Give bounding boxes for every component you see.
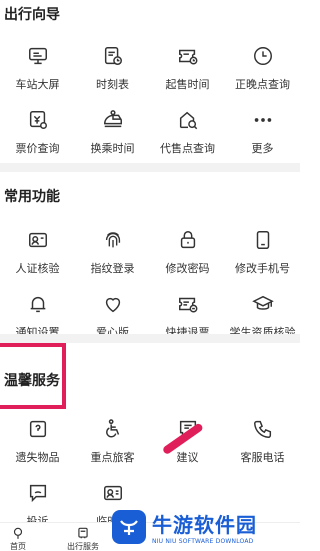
grid-item-label: 起售时间 — [165, 78, 210, 91]
grid-item-label: 时刻表 — [96, 78, 129, 91]
phone-icon — [251, 228, 275, 252]
grid-item-label: 票价查询 — [15, 142, 60, 155]
complaint-icon — [26, 481, 50, 505]
section-travel-guide: 出行向导 车站大屏 时刻表 起售时间 正晚点查询 票价查询 换乘时间 代售点查询 — [0, 0, 300, 160]
section-title: 出行向导 — [4, 7, 60, 23]
grid-item-label: 指纹登录 — [90, 262, 135, 275]
section-title: 常用功能 — [4, 189, 60, 205]
grid-item-label: 人证核验 — [15, 262, 60, 275]
grid-item-sale-time[interactable]: 起售时间 — [150, 40, 225, 104]
monitor-icon — [26, 44, 50, 68]
grid-item-label: 重点旅客 — [90, 451, 135, 464]
travel-service-icon — [78, 527, 88, 539]
grid-item-label: 遗失物品 — [15, 451, 60, 464]
refund-icon — [176, 292, 200, 316]
grid-item-station-screen[interactable]: 车站大屏 — [0, 40, 75, 104]
temp-id-icon — [101, 481, 125, 505]
transfer-train-icon — [101, 108, 125, 132]
grid-item-timetable[interactable]: 时刻表 — [75, 40, 150, 104]
fingerprint-icon — [101, 228, 125, 252]
grid-item-delay-query[interactable]: 正晚点查询 — [225, 40, 300, 104]
section-divider — [0, 334, 300, 343]
lock-icon — [176, 228, 200, 252]
grid-item-label: 代售点查询 — [160, 142, 215, 155]
grid-item-change-phone[interactable]: 修改手机号 — [225, 224, 300, 288]
section-divider — [0, 163, 300, 172]
grid-item-label: 客服电话 — [240, 451, 285, 464]
grid-item-label: 修改密码 — [165, 262, 210, 275]
grid-item-more[interactable]: 更多 — [225, 104, 300, 168]
grid-item-label: 换乘时间 — [90, 142, 135, 155]
price-icon — [26, 108, 50, 132]
grid-item-change-password[interactable]: 修改密码 — [150, 224, 225, 288]
watermark-logo-icon — [112, 510, 146, 544]
nav-item-home[interactable]: 首页 — [0, 526, 43, 551]
grid-item-priority-passengers[interactable]: 重点旅客 — [75, 413, 150, 477]
grid-item-label: 正晚点查询 — [235, 78, 290, 91]
grid-item-label: 车站大屏 — [15, 78, 60, 91]
grid-item-fare-query[interactable]: 票价查询 — [0, 104, 75, 168]
nav-label: 出行服务 — [67, 542, 99, 551]
more-icon — [251, 108, 275, 132]
grid-item-label: 修改手机号 — [235, 262, 290, 275]
grid-item-lost-items[interactable]: 遗失物品 — [0, 413, 75, 477]
grid-item-label: 更多 — [251, 142, 274, 155]
common-functions-grid: 人证核验 指纹登录 修改密码 修改手机号 通知设置 爱心版 快捷退票 学生资质核… — [0, 224, 300, 352]
grid-item-transfer-time[interactable]: 换乘时间 — [75, 104, 150, 168]
timetable-icon — [101, 44, 125, 68]
watermark-sub-text: NIU NIU SOFTWARE DOWNLOAD — [152, 538, 254, 545]
watermark-main-text: 牛游软件园 — [152, 513, 257, 537]
highlight-box — [0, 343, 66, 409]
grid-item-fingerprint-login[interactable]: 指纹登录 — [75, 224, 150, 288]
graduation-cap-icon — [251, 292, 275, 316]
travel-guide-grid: 车站大屏 时刻表 起售时间 正晚点查询 票价查询 换乘时间 代售点查询 更多 — [0, 40, 300, 168]
bell-icon — [26, 292, 50, 316]
heart-icon — [101, 292, 125, 316]
lost-item-icon — [26, 417, 50, 441]
id-card-icon — [26, 228, 50, 252]
home-icon — [13, 527, 23, 539]
ticket-time-icon — [176, 44, 200, 68]
wheelchair-icon — [101, 417, 125, 441]
grid-item-suggestion[interactable]: 建议 — [150, 413, 225, 477]
grid-item-customer-service[interactable]: 客服电话 — [225, 413, 300, 477]
phone-call-icon — [251, 417, 275, 441]
section-common-functions: 常用功能 人证核验 指纹登录 修改密码 修改手机号 通知设置 爱心版 快捷退票 — [0, 172, 300, 339]
clock-icon — [251, 44, 275, 68]
watermark: 牛游软件园 NIU NIU SOFTWARE DOWNLOAD — [112, 503, 298, 551]
grid-item-label: 建议 — [176, 451, 199, 464]
grid-item-id-verify[interactable]: 人证核验 — [0, 224, 75, 288]
watermark-text: 牛游软件园 NIU NIU SOFTWARE DOWNLOAD — [152, 509, 257, 545]
agency-search-icon — [176, 108, 200, 132]
nav-label: 首页 — [10, 542, 26, 551]
grid-item-agency-query[interactable]: 代售点查询 — [150, 104, 225, 168]
nav-item-travel-services[interactable]: 出行服务 — [58, 526, 108, 551]
